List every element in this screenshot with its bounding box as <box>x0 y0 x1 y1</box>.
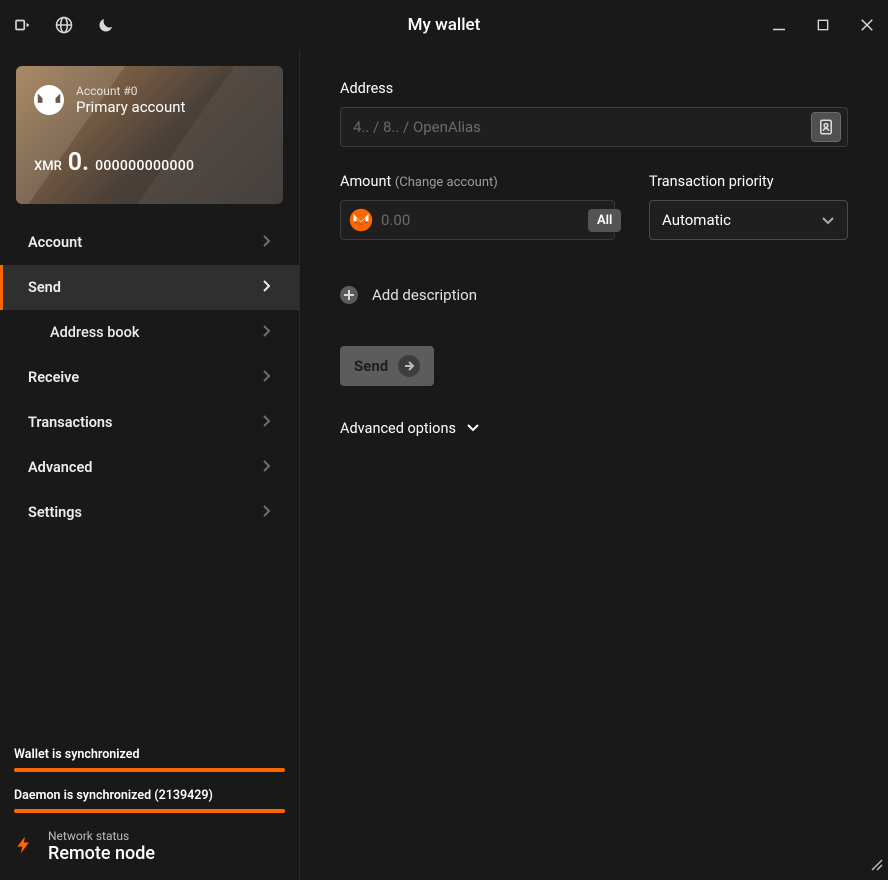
bolt-icon <box>14 831 34 863</box>
sidebar-item-label: Send <box>28 279 61 296</box>
sidebar-item-label: Address book <box>50 324 139 341</box>
sidebar-item-label: Transactions <box>28 414 112 431</box>
sidebar-item-advanced[interactable]: Advanced <box>0 445 299 490</box>
address-label: Address <box>340 80 848 97</box>
chevron-right-icon <box>261 504 271 522</box>
chevron-down-icon <box>821 211 835 230</box>
network-status-value: Remote node <box>48 843 155 864</box>
address-book-button[interactable] <box>811 112 841 142</box>
monero-icon <box>349 208 373 232</box>
close-icon[interactable] <box>858 16 876 34</box>
daemon-sync-status: Daemon is synchronized (2139429) <box>14 788 285 813</box>
sidebar-item-receive[interactable]: Receive <box>0 355 299 400</box>
sidebar-item-label: Account <box>28 234 82 251</box>
wallet-sync-status: Wallet is synchronized <box>14 747 285 772</box>
account-number: Account #0 <box>76 84 185 98</box>
amount-label: Amount (Change account) <box>340 173 615 190</box>
sidebar-item-label: Advanced <box>28 459 92 476</box>
account-card[interactable]: Account #0 Primary account XMR 0. 000000… <box>16 66 283 204</box>
chevron-right-icon <box>261 414 271 432</box>
chevron-right-icon <box>261 369 271 387</box>
globe-icon[interactable] <box>54 15 74 35</box>
theme-moon-icon[interactable] <box>96 15 116 35</box>
send-panel: Address Amount (Change account) All <box>300 50 888 880</box>
change-account-link[interactable]: (Change account) <box>395 175 498 190</box>
advanced-options-toggle[interactable]: Advanced options <box>340 420 848 437</box>
network-status-label: Network status <box>48 829 155 843</box>
send-button[interactable]: Send <box>340 346 434 386</box>
arrow-right-circle-icon <box>398 355 420 377</box>
amount-input[interactable] <box>381 211 580 229</box>
priority-value: Automatic <box>662 211 821 229</box>
sidebar-item-send[interactable]: Send <box>0 265 299 310</box>
resize-handle-icon[interactable] <box>870 857 884 876</box>
amount-all-button[interactable]: All <box>588 209 621 232</box>
lock-wallet-icon[interactable] <box>12 15 32 35</box>
sidebar-item-label: Settings <box>28 504 82 521</box>
address-input[interactable] <box>353 118 811 136</box>
address-input-wrap <box>340 107 848 147</box>
chevron-right-icon <box>261 459 271 477</box>
sidebar-item-transactions[interactable]: Transactions <box>0 400 299 445</box>
add-description-button[interactable]: Add description <box>340 286 848 304</box>
maximize-icon[interactable] <box>814 16 832 34</box>
plus-circle-icon <box>340 286 358 304</box>
add-description-label: Add description <box>372 286 477 304</box>
account-name: Primary account <box>76 98 185 116</box>
network-status[interactable]: Network status Remote node <box>14 829 285 864</box>
account-balance: XMR 0. 000000000000 <box>34 148 265 177</box>
window-title: My wallet <box>408 15 481 35</box>
chevron-right-icon <box>261 279 271 297</box>
sidebar-item-label: Receive <box>28 369 79 386</box>
chevron-right-icon <box>261 324 271 342</box>
priority-label: Transaction priority <box>649 173 848 190</box>
chevron-down-icon <box>466 420 480 437</box>
sidebar-item-account[interactable]: Account <box>0 220 299 265</box>
sidebar-item-settings[interactable]: Settings <box>0 490 299 535</box>
priority-select[interactable]: Automatic <box>649 200 848 240</box>
sidebar: Account #0 Primary account XMR 0. 000000… <box>0 50 300 880</box>
monero-logo-icon <box>34 85 64 115</box>
chevron-right-icon <box>261 234 271 252</box>
minimize-icon[interactable] <box>770 16 788 34</box>
sidebar-item-address-book[interactable]: Address book <box>0 310 299 355</box>
